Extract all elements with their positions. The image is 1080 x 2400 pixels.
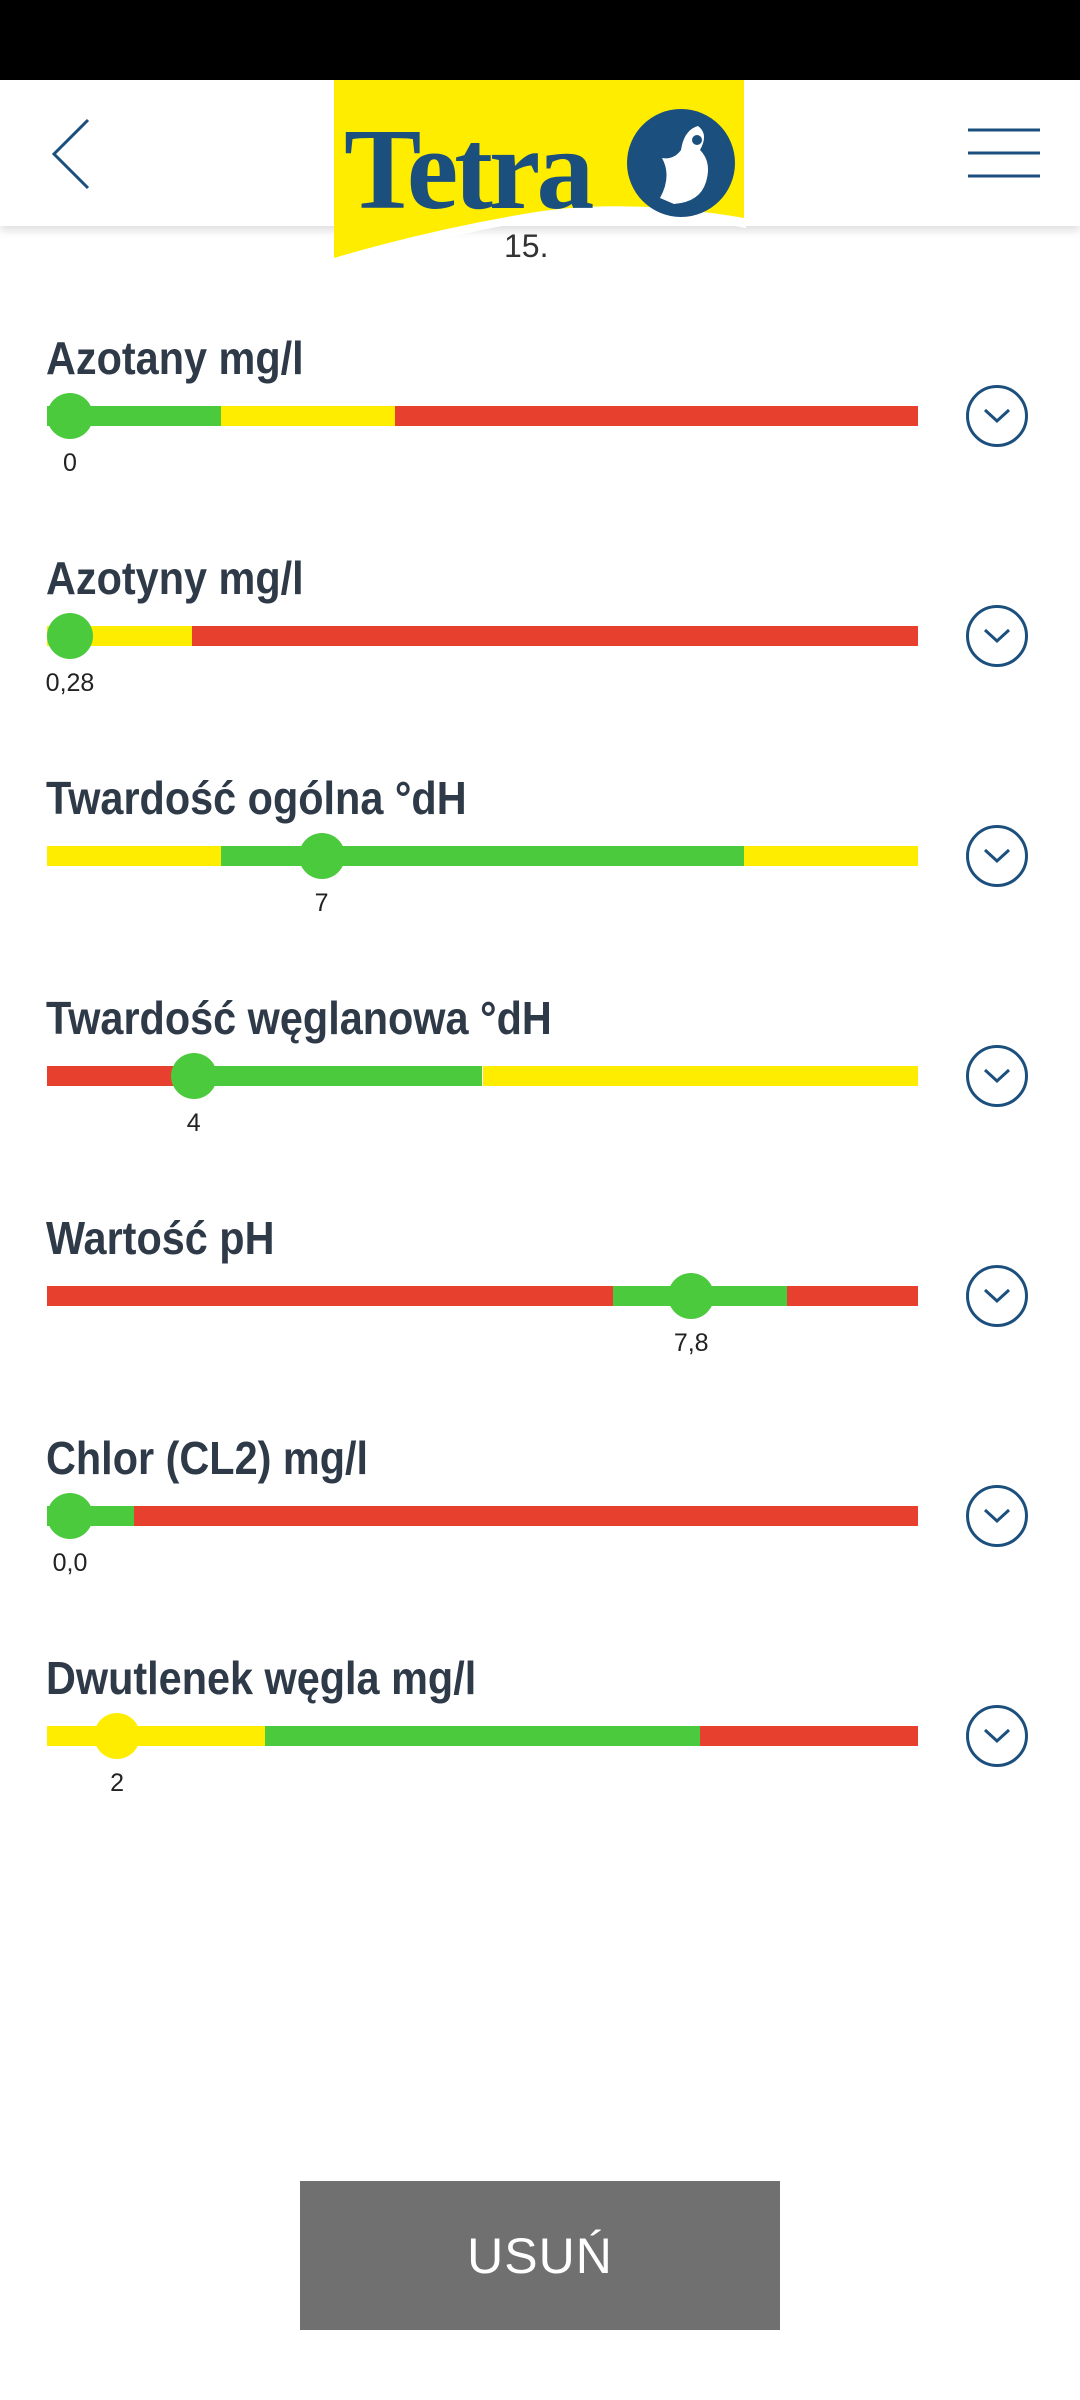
chevron-down-icon bbox=[983, 1288, 1011, 1304]
parameter-value: 4 bbox=[186, 1109, 201, 1137]
parameter-scale-track[interactable] bbox=[47, 1726, 918, 1746]
parameter-row: Twardość ogólna °dH 7 bbox=[0, 771, 1080, 971]
slider-thumb[interactable] bbox=[668, 1273, 715, 1319]
parameter-value: 2 bbox=[110, 1769, 124, 1797]
chevron-left-icon bbox=[51, 118, 90, 190]
scale-segment-red bbox=[134, 1506, 918, 1526]
scale-segment-yellow bbox=[482, 1066, 918, 1086]
slider-thumb[interactable] bbox=[298, 833, 345, 879]
parameter-scale-track[interactable] bbox=[47, 626, 918, 646]
status-bar bbox=[0, 0, 1080, 80]
expand-parameter-button[interactable] bbox=[966, 1045, 1028, 1107]
expand-parameter-button[interactable] bbox=[966, 1705, 1028, 1767]
expand-parameter-button[interactable] bbox=[966, 825, 1028, 887]
parameter-value: 0,28 bbox=[45, 669, 95, 697]
hamburger-menu-icon bbox=[968, 128, 1040, 178]
slider-thumb[interactable] bbox=[170, 1053, 217, 1099]
parameter-title: Twardość ogólna °dH bbox=[46, 772, 467, 824]
scale-segment-red bbox=[787, 1286, 918, 1306]
scale-segment-yellow bbox=[743, 846, 918, 866]
parameter-row: Twardość węglanowa °dH 4 bbox=[0, 991, 1080, 1191]
parameter-row: Azotany mg/l 0 bbox=[0, 331, 1080, 531]
slider-thumb[interactable] bbox=[47, 1493, 93, 1539]
scale-segment-red bbox=[47, 1066, 178, 1086]
parameter-row: Azotyny mg/l 0,28 bbox=[0, 551, 1080, 751]
parameter-title: Wartość pH bbox=[46, 1212, 275, 1264]
delete-button[interactable]: USUŃ bbox=[300, 2181, 780, 2330]
parameter-value: 0 bbox=[63, 449, 77, 477]
slider-thumb[interactable] bbox=[47, 613, 93, 659]
parameter-value: 0,0 bbox=[52, 1549, 88, 1577]
menu-button[interactable] bbox=[966, 124, 1042, 184]
parameter-title: Dwutlenek węgla mg/l bbox=[46, 1652, 477, 1704]
expand-parameter-button[interactable] bbox=[966, 385, 1028, 447]
chevron-down-icon bbox=[983, 628, 1011, 644]
expand-parameter-button[interactable] bbox=[966, 1485, 1028, 1547]
parameter-scale-track[interactable] bbox=[47, 406, 918, 426]
parameter-row: Dwutlenek węgla mg/l 2 bbox=[0, 1651, 1080, 1851]
parameter-value: 7 bbox=[314, 889, 329, 917]
parameter-title: Twardość węglanowa °dH bbox=[46, 992, 552, 1044]
scale-segment-green bbox=[177, 1066, 483, 1086]
chevron-down-icon bbox=[983, 1068, 1011, 1084]
scale-segment-red bbox=[192, 626, 918, 646]
chevron-down-icon bbox=[983, 1728, 1011, 1744]
parameter-scale-track[interactable] bbox=[47, 1286, 918, 1306]
parameter-scale-track[interactable] bbox=[47, 1506, 918, 1526]
expand-parameter-button[interactable] bbox=[966, 605, 1028, 667]
chevron-down-icon bbox=[983, 1508, 1011, 1524]
parameter-row: Chlor (CL2) mg/l 0,0 bbox=[0, 1431, 1080, 1631]
back-button[interactable] bbox=[40, 114, 110, 194]
scale-segment-red bbox=[47, 1286, 614, 1306]
scale-segment-yellow bbox=[221, 406, 396, 426]
scale-segment-red bbox=[395, 406, 918, 426]
parameter-row: Wartość pH 7,8 bbox=[0, 1211, 1080, 1411]
tetra-logo[interactable]: Tetra bbox=[326, 80, 754, 270]
parameter-title: Azotyny mg/l bbox=[46, 552, 304, 604]
parameter-title: Azotany mg/l bbox=[46, 332, 304, 384]
scale-segment-yellow bbox=[47, 846, 222, 866]
slider-thumb[interactable] bbox=[94, 1713, 141, 1759]
scale-segment-red bbox=[700, 1726, 918, 1746]
fish-emblem-icon bbox=[627, 109, 735, 217]
slider-thumb[interactable] bbox=[47, 393, 93, 439]
chevron-down-icon bbox=[983, 408, 1011, 424]
expand-parameter-button[interactable] bbox=[966, 1265, 1028, 1327]
scale-segment-yellow bbox=[47, 1726, 265, 1746]
parameter-scale-track[interactable] bbox=[47, 846, 918, 866]
parameter-value: 7,8 bbox=[673, 1329, 709, 1357]
logo-wordmark: Tetra bbox=[344, 106, 593, 234]
parameter-title: Chlor (CL2) mg/l bbox=[46, 1432, 368, 1484]
scale-segment-green bbox=[264, 1726, 701, 1746]
chevron-down-icon bbox=[983, 848, 1011, 864]
